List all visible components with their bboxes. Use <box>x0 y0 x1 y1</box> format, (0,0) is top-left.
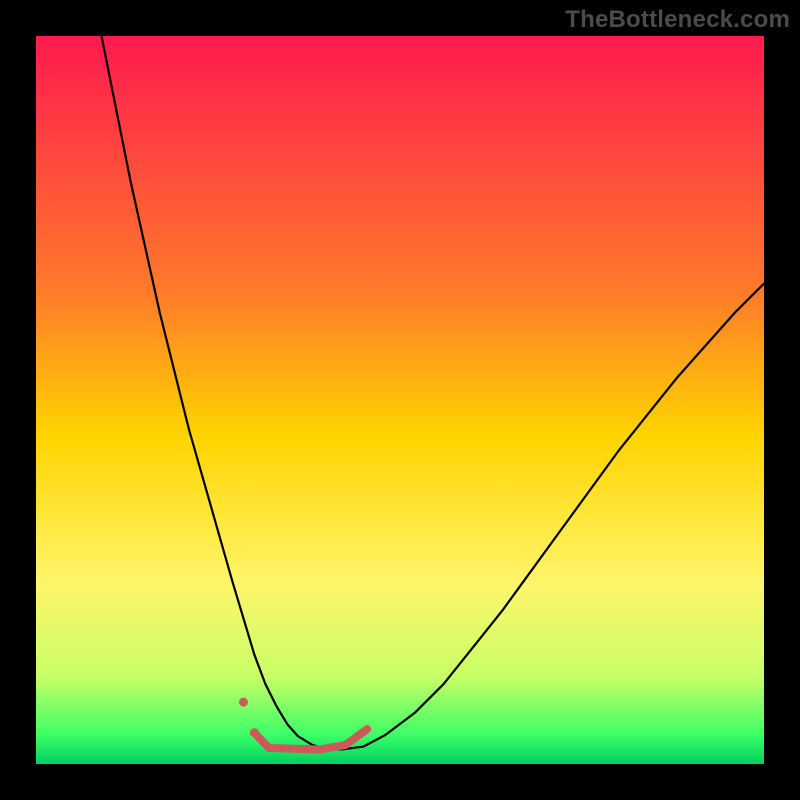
chart-svg <box>36 36 764 764</box>
plot-area <box>36 36 764 764</box>
chart-frame: TheBottleneck.com <box>0 0 800 800</box>
gradient-background <box>36 36 764 764</box>
watermark-text: TheBottleneck.com <box>565 6 790 34</box>
